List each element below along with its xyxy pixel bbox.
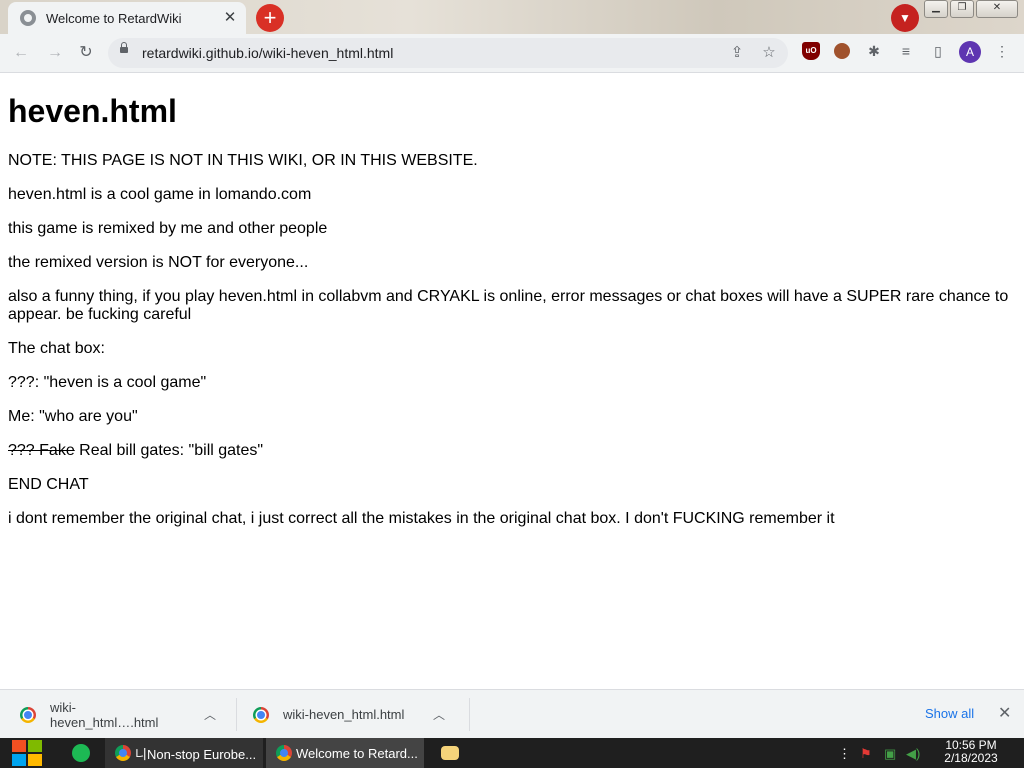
file-explorer-icon[interactable] <box>441 746 459 760</box>
lock-icon[interactable] <box>120 42 128 53</box>
forward-arrow-icon[interactable]: → <box>44 42 66 64</box>
paragraph: also a funny thing, if you play heven.ht… <box>8 288 1008 324</box>
globe-icon <box>20 10 36 26</box>
side-panel-icon[interactable]: ▯ <box>929 42 947 60</box>
download-filename: wiki-heven_html.html <box>283 707 405 722</box>
paragraph: the remixed version is NOT for everyone.… <box>8 254 309 271</box>
menu-kebab-icon[interactable]: ⋮ <box>993 42 1011 60</box>
chrome-icon <box>276 745 292 761</box>
minimize-button[interactable]: ▁ <box>924 0 948 18</box>
extension-avatar-icon[interactable] <box>834 43 850 59</box>
media-control-icon[interactable]: ≡ <box>897 42 915 60</box>
clock-date: 2/18/2023 <box>944 751 998 765</box>
chat-line-text: Real bill gates: "bill gates" <box>74 442 264 459</box>
reload-icon[interactable]: ↻ <box>75 42 97 64</box>
taskbar: 니Non-stop Eurobe... Welcome to Retard...… <box>0 738 1024 768</box>
page-content: heven.html NOTE: THIS PAGE IS NOT IN THI… <box>8 72 1016 688</box>
windows-logo-icon <box>12 740 42 766</box>
chat-line: ???: "heven is a cool game" <box>8 374 207 391</box>
divider <box>469 698 470 731</box>
tab-search-chevron-icon[interactable]: ▼ <box>891 4 919 32</box>
download-bar: wiki-heven_html….html ︿ wiki-heven_html.… <box>0 689 1024 739</box>
paragraph: this game is remixed by me and other peo… <box>8 220 328 237</box>
chat-line: Me: "who are you" <box>8 408 138 425</box>
download-filename: wiki-heven_html….html <box>50 699 159 730</box>
taskbar-task[interactable]: 니Non-stop Eurobe... <box>105 738 263 768</box>
download-item[interactable]: wiki-heven_html.html ︿ <box>233 690 445 739</box>
chat-line: ??? Fake Real bill gates: "bill gates" <box>8 442 263 460</box>
new-tab-button[interactable]: + <box>256 4 284 32</box>
close-window-button[interactable]: ✕ <box>976 0 1018 18</box>
tab-close-icon[interactable]: ✕ <box>220 8 240 28</box>
tab-strip: Welcome to RetardWiki ✕ + ▼ ▁ ❐ ✕ <box>0 0 1024 34</box>
start-button[interactable] <box>10 738 44 768</box>
browser-tab-active[interactable]: Welcome to RetardWiki ✕ <box>8 2 246 34</box>
profile-avatar[interactable]: A <box>959 41 981 63</box>
note-paragraph: NOTE: THIS PAGE IS NOT IN THIS WIKI, OR … <box>8 152 478 169</box>
paragraph-line: appear. be fucking careful <box>8 306 192 323</box>
chrome-file-icon <box>253 706 269 723</box>
spotify-icon[interactable] <box>72 744 90 762</box>
paragraph: END CHAT <box>8 476 89 493</box>
volume-icon[interactable]: ◀) <box>906 746 920 762</box>
close-download-bar-icon[interactable]: ✕ <box>998 703 1011 723</box>
paragraph-line: also a funny thing, if you play heven.ht… <box>8 288 1009 305</box>
restore-button[interactable]: ❐ <box>950 0 974 18</box>
taskbar-task-label: 니Non-stop Eurobe... <box>135 746 257 762</box>
strikethrough-text: ??? Fake <box>8 442 75 459</box>
bookmark-star-icon[interactable]: ☆ <box>760 44 778 62</box>
back-arrow-icon[interactable]: ← <box>10 42 32 64</box>
window-controls: ▁ ❐ ✕ <box>922 0 1018 18</box>
taskbar-task-label: Welcome to Retard... <box>296 745 418 761</box>
extensions-puzzle-icon[interactable]: ✱ <box>865 42 883 60</box>
tab-title: Welcome to RetardWiki <box>46 10 182 26</box>
chrome-icon <box>115 745 131 761</box>
network-icon[interactable]: ▣ <box>884 746 896 762</box>
action-center-flag-icon[interactable]: ⚑ <box>860 746 872 762</box>
ublock-extension-icon[interactable]: uO <box>802 42 820 60</box>
share-icon[interactable]: ⇪ <box>728 44 746 62</box>
paragraph: The chat box: <box>8 340 105 357</box>
system-clock[interactable]: 10:56 PM 2/18/2023 <box>936 739 1006 765</box>
tray-overflow-icon[interactable]: ⋮ <box>838 746 851 762</box>
chevron-up-icon[interactable]: ︿ <box>204 706 216 723</box>
paragraph: i dont remember the original chat, i jus… <box>8 510 835 527</box>
download-item[interactable]: wiki-heven_html….html ︿ <box>0 690 216 739</box>
address-bar[interactable]: retardwiki.github.io/wiki-heven_html.htm… <box>108 38 788 68</box>
url-text[interactable]: retardwiki.github.io/wiki-heven_html.htm… <box>142 45 393 61</box>
taskbar-task-active[interactable]: Welcome to Retard... <box>266 738 424 768</box>
page-title: heven.html <box>8 93 177 129</box>
chrome-file-icon <box>20 706 36 723</box>
chevron-up-icon[interactable]: ︿ <box>433 706 445 723</box>
paragraph: heven.html is a cool game in lomando.com <box>8 186 312 203</box>
show-all-button[interactable]: Show all <box>925 706 974 721</box>
